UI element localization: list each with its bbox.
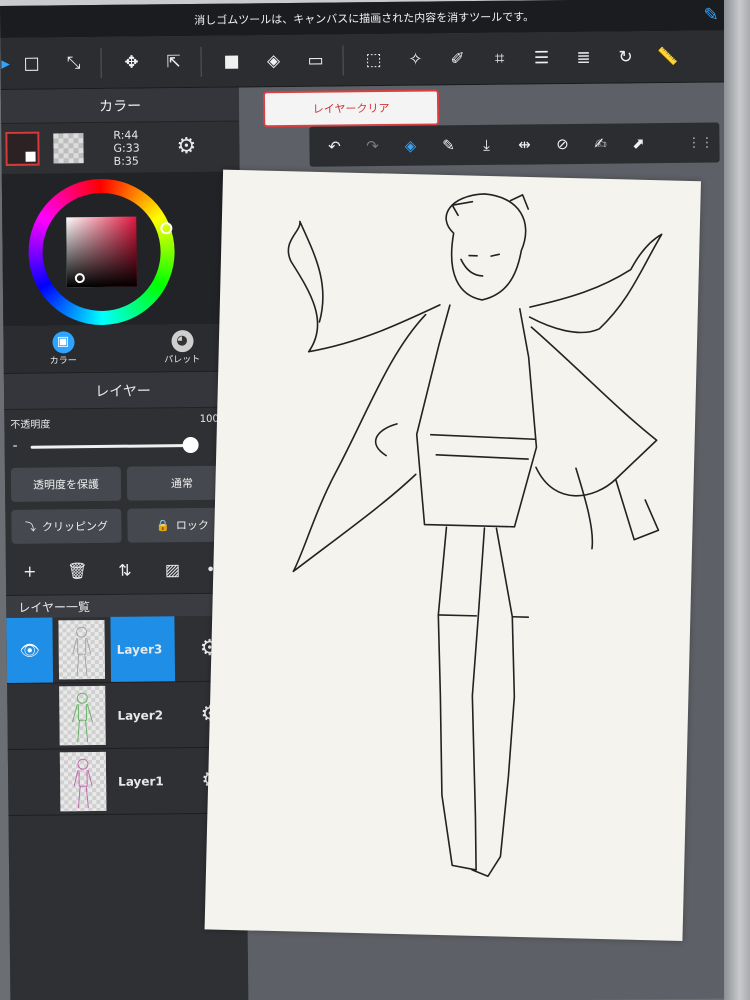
- layer-list-header: レイヤー一覧: [6, 593, 245, 618]
- tab-color-label: カラー: [49, 356, 77, 367]
- export-icon[interactable]: ⇱: [156, 45, 190, 79]
- protect-alpha-button[interactable]: 透明度を保護: [10, 466, 122, 502]
- layer-options-row-1: 透明度を保護 通常 ›: [5, 461, 243, 505]
- expand-arrow-icon[interactable]: ▸: [0, 46, 10, 80]
- move-icon[interactable]: ✥: [114, 45, 148, 79]
- opacity-minus-button[interactable]: -: [13, 438, 18, 454]
- layer-row[interactable]: 👁 Layer3 ⚙: [6, 615, 246, 684]
- edit-icon[interactable]: ✐: [440, 42, 474, 76]
- rgb-r: R:44: [113, 128, 139, 142]
- selection-square-icon[interactable]: □: [14, 46, 48, 80]
- eyedropper-icon[interactable]: ✎: [431, 130, 465, 160]
- canvas-area: レイヤークリア ↶ ↷ ◈ ✎ ⤓ ⇹ ⊘ ✍ ⬈ ⋮⋮: [204, 82, 739, 1000]
- line-art-drawing: [287, 193, 663, 878]
- color-tab-icon: ▣: [51, 331, 75, 354]
- layer-options-row-2: ⤵ クリッピング 🔒 ロック: [5, 503, 243, 547]
- main-toolbar: ▸ □ ⤡ ✥ ⇱ ■ ◈ ▭ ⬚ ✧ ✐ ⌗ ☰ ≣ ↻ 📏: [0, 30, 729, 90]
- document-icon[interactable]: ☰: [524, 41, 558, 75]
- redo-icon[interactable]: ↷: [355, 131, 389, 161]
- drag-handle-icon[interactable]: ⋮⋮: [687, 135, 713, 150]
- layer-actions: + 🗑 ⇅ ▨ •••: [5, 545, 245, 596]
- eye-icon[interactable]: 👁: [6, 617, 54, 683]
- lock-icon: 🔒: [156, 518, 170, 532]
- hint-text: 消しゴムツールは、キャンバスに描画された内容を消すツールです。: [194, 10, 535, 27]
- opacity-control: 不透明度 100% - +: [4, 407, 243, 463]
- blend-mode-label: 通常: [170, 477, 194, 491]
- tab-palette-label: パレット: [164, 354, 201, 366]
- rgb-b: B:35: [113, 154, 139, 168]
- toolbar-divider: [200, 46, 211, 77]
- crop-icon[interactable]: ⌗: [482, 41, 516, 75]
- saturation-value-square[interactable]: [66, 216, 137, 288]
- pen-icon[interactable]: ✎: [700, 4, 722, 26]
- quick-actions-bar: ↶ ↷ ◈ ✎ ⤓ ⇹ ⊘ ✍ ⬈ ⋮⋮: [309, 122, 720, 167]
- color-row: R:44 G:33 B:35 ⚙: [1, 122, 240, 174]
- visibility-toggle[interactable]: [8, 749, 55, 814]
- clipping-button[interactable]: ⤵ クリッピング: [11, 508, 122, 544]
- sv-knob[interactable]: [74, 273, 85, 284]
- opacity-label: 不透明度: [10, 419, 51, 431]
- hue-knob[interactable]: [160, 222, 173, 235]
- no-rotate-icon[interactable]: ⊘: [545, 129, 579, 159]
- color-mode-tabs: ▣ カラー ◕ パレット: [3, 323, 242, 374]
- layer-clear-button[interactable]: レイヤークリア: [262, 89, 440, 128]
- main-color-swatch[interactable]: [5, 131, 40, 166]
- tab-color[interactable]: ▣ カラー: [3, 325, 122, 373]
- transform-icon[interactable]: ⤡: [56, 46, 90, 80]
- layer-name: Layer1: [118, 773, 164, 789]
- select-rect-icon[interactable]: ⬚: [356, 42, 390, 76]
- toolbar-divider: [342, 44, 353, 75]
- palette-icon: ◕: [170, 329, 194, 353]
- magic-wand-icon[interactable]: ✧: [398, 42, 432, 76]
- image-layer-icon[interactable]: ▨: [157, 553, 187, 587]
- sort-icon[interactable]: ⇅: [110, 553, 140, 587]
- layer-clear-label: レイヤークリア: [312, 101, 390, 116]
- clipping-icon: ⤵: [24, 520, 37, 534]
- layer-thumbnail: [58, 619, 106, 680]
- clipping-label: クリッピング: [41, 519, 109, 534]
- edit-square-icon[interactable]: ✍: [583, 129, 617, 159]
- rgb-g: G:33: [113, 141, 140, 155]
- bucket-icon[interactable]: ◈: [256, 43, 290, 77]
- expand-icon[interactable]: ⬈: [621, 128, 655, 158]
- rgb-readout: R:44 G:33 B:35: [113, 128, 140, 167]
- color-wheel-area[interactable]: [1, 171, 242, 326]
- layer-name: Layer3: [110, 616, 176, 682]
- lock-label: ロック: [175, 518, 209, 533]
- toolbar-divider: [100, 47, 111, 78]
- fill-color-icon[interactable]: ■: [214, 44, 248, 78]
- hue-ring[interactable]: [27, 178, 176, 326]
- color-settings-gear-icon[interactable]: ⚙: [173, 134, 199, 160]
- layer-panel-header: レイヤー: [3, 371, 243, 410]
- visibility-toggle[interactable]: [7, 683, 54, 748]
- sub-color-swatch[interactable]: [53, 133, 84, 164]
- opacity-slider-thumb[interactable]: [182, 436, 199, 454]
- undo-icon[interactable]: ↶: [317, 131, 351, 161]
- app-window: 消しゴムツールは、キャンバスに描画された内容を消すツールです。 ✎ ▸ □ ⤡ …: [0, 0, 739, 1000]
- layer-thumbnail: [59, 751, 107, 812]
- device-bezel-right: [724, 0, 750, 1000]
- color-panel-header: カラー: [0, 87, 240, 124]
- drawing-canvas[interactable]: [204, 169, 701, 942]
- layer-list-icon[interactable]: ≣: [566, 40, 600, 74]
- add-layer-icon[interactable]: +: [15, 554, 45, 588]
- trash-icon[interactable]: 🗑: [62, 554, 92, 588]
- protect-alpha-label: 透明度を保護: [32, 477, 100, 492]
- rotate-icon[interactable]: ↻: [608, 40, 642, 74]
- download-icon[interactable]: ⤓: [469, 130, 503, 160]
- layer-name: Layer2: [117, 707, 164, 723]
- opacity-slider-track[interactable]: [30, 444, 193, 449]
- ruler-icon[interactable]: 📏: [650, 39, 684, 73]
- transform-select-icon[interactable]: ◈: [393, 131, 427, 161]
- gradient-icon[interactable]: ▭: [298, 43, 332, 77]
- flip-icon[interactable]: ⇹: [507, 129, 541, 159]
- layer-thumbnail: [59, 685, 106, 746]
